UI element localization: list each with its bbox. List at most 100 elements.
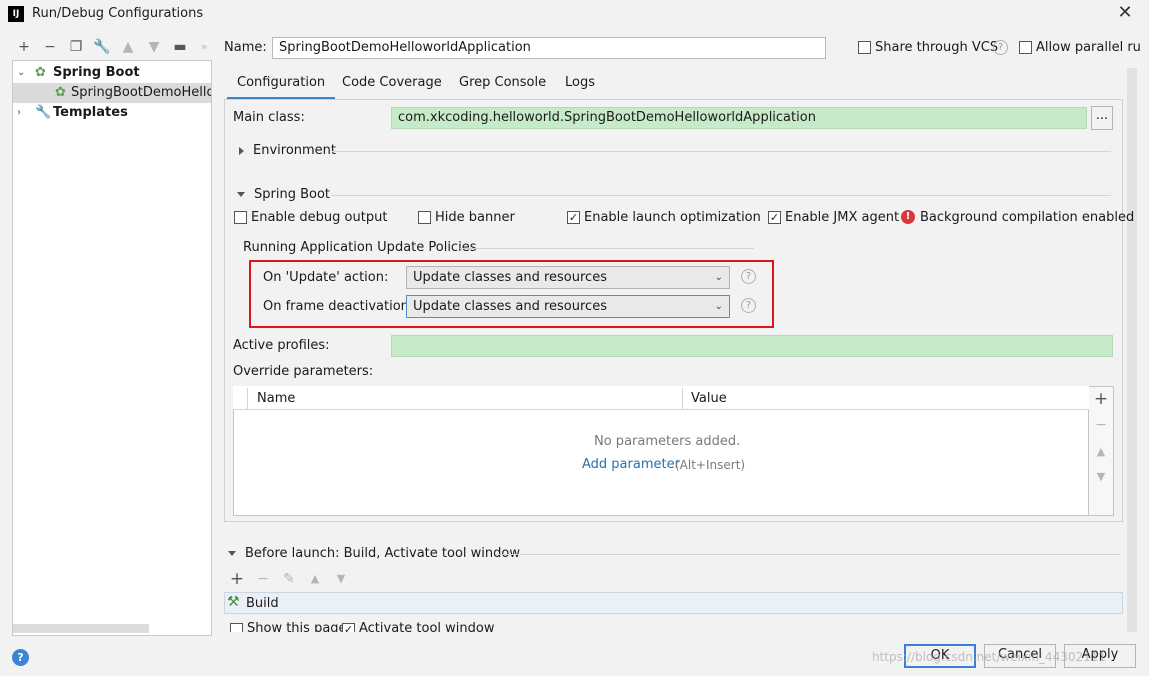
environment-label[interactable]: Environment <box>253 143 336 158</box>
plus-icon[interactable]: + <box>228 570 246 588</box>
update-action-label: On 'Update' action: <box>263 270 389 285</box>
tree-item-app[interactable]: ✿ SpringBootDemoHellow <box>13 83 211 103</box>
spring-boot-section-label[interactable]: Spring Boot <box>254 187 330 202</box>
empty-table-text: No parameters added. <box>594 434 741 449</box>
spring-boot-icon: ✿ <box>55 85 66 100</box>
tree-item-templates[interactable]: › 🔧 Templates <box>13 103 211 123</box>
before-launch-list <box>224 592 1123 614</box>
activate-window-checkbox[interactable] <box>342 623 355 632</box>
hammer-icon: ⚒ <box>227 594 240 610</box>
chevron-down-icon: ⌄ <box>714 301 723 312</box>
tab-grep-console[interactable]: Grep Console <box>449 72 556 100</box>
help-icon[interactable]: ? <box>741 269 756 284</box>
frame-deactivation-select[interactable]: Update classes and resources ⌄ <box>406 295 730 318</box>
watermark: https://blog.csdn.net/weixin_44302111 <box>872 650 1107 664</box>
share-vcs-label: Share through VCS <box>875 40 999 55</box>
divider <box>332 151 1111 152</box>
background-compilation-label: Background compilation enabled <box>920 210 1135 225</box>
error-icon: ! <box>901 210 915 224</box>
expand-arrow-icon[interactable] <box>239 147 244 155</box>
update-policies-title: Running Application Update Policies <box>243 240 477 255</box>
tab-logs[interactable]: Logs <box>555 72 605 100</box>
main-class-field[interactable]: com.xkcoding.helloworld.SpringBootDemoHe… <box>391 107 1087 129</box>
folder-icon[interactable]: ▬ <box>171 38 189 56</box>
chevron-right-icon[interactable]: › <box>17 103 21 123</box>
debug-output-label: Enable debug output <box>251 210 388 225</box>
show-page-checkbox[interactable] <box>230 623 243 632</box>
show-page-label: Show this page <box>247 621 347 632</box>
launch-optimization-checkbox[interactable] <box>567 211 580 224</box>
wrench-icon: 🔧 <box>35 105 52 120</box>
help-icon[interactable]: ? <box>993 40 1008 55</box>
arrow-up-icon[interactable]: ▲ <box>306 570 324 588</box>
parallel-run-checkbox[interactable] <box>1019 41 1032 54</box>
arrow-up-icon[interactable]: ▲ <box>1092 443 1110 461</box>
add-parameter-hint: (Alt+Insert) <box>675 458 746 472</box>
more-icon[interactable]: » <box>195 38 213 56</box>
main-class-label: Main class: <box>233 110 305 125</box>
frame-deactivation-label: On frame deactivation: <box>263 299 414 314</box>
parameters-table-header <box>233 386 1089 410</box>
tree-item-label: Spring Boot <box>53 65 140 80</box>
window-title: Run/Debug Configurations <box>32 6 204 21</box>
name-label: Name: <box>224 40 267 55</box>
divider <box>460 248 754 249</box>
chevron-down-icon: ⌄ <box>714 272 723 283</box>
arrow-down-icon[interactable]: ▼ <box>1092 468 1110 486</box>
before-launch-item[interactable]: Build <box>246 596 279 611</box>
hide-banner-label: Hide banner <box>435 210 515 225</box>
hide-banner-checkbox[interactable] <box>418 211 431 224</box>
column-value[interactable]: Value <box>691 391 727 406</box>
spring-boot-icon: ✿ <box>35 65 46 80</box>
override-parameters-label: Override parameters: <box>233 364 374 379</box>
vertical-scrollbar[interactable] <box>1127 68 1137 632</box>
help-icon[interactable]: ? <box>741 298 756 313</box>
update-action-select[interactable]: Update classes and resources ⌄ <box>406 266 730 289</box>
minus-icon[interactable]: − <box>1092 416 1110 434</box>
plus-icon[interactable]: + <box>1092 390 1110 408</box>
app-icon: IJ <box>8 6 24 22</box>
tree-scrollbar[interactable] <box>13 624 149 633</box>
divider <box>682 388 683 410</box>
before-launch-label[interactable]: Before launch: Build, Activate tool wind… <box>245 546 520 561</box>
collapse-arrow-icon[interactable] <box>228 551 236 556</box>
arrow-down-icon[interactable]: ▼ <box>332 570 350 588</box>
add-parameter-link[interactable]: Add parameter <box>582 457 680 472</box>
tree-item-label: SpringBootDemoHellow <box>71 85 211 100</box>
configuration-tree: ⌄ ✿ Spring Boot ✿ SpringBootDemoHellow ›… <box>12 60 212 636</box>
active-profiles-label: Active profiles: <box>233 338 330 353</box>
arrow-up-icon[interactable]: ▲ <box>119 38 137 56</box>
collapse-arrow-icon[interactable] <box>237 192 245 197</box>
pencil-icon[interactable]: ✎ <box>280 570 298 588</box>
arrow-down-icon[interactable]: ▼ <box>145 38 163 56</box>
parallel-run-label: Allow parallel run <box>1036 40 1140 55</box>
column-name[interactable]: Name <box>257 391 295 406</box>
divider <box>331 195 1111 196</box>
copy-icon[interactable]: ❐ <box>67 38 85 56</box>
plus-icon[interactable]: + <box>15 38 33 56</box>
active-profiles-field[interactable] <box>391 335 1113 357</box>
share-vcs-checkbox[interactable] <box>858 41 871 54</box>
minus-icon[interactable]: − <box>41 38 59 56</box>
debug-output-checkbox[interactable] <box>234 211 247 224</box>
wrench-icon[interactable]: 🔧 <box>93 38 111 56</box>
browse-button[interactable]: ... <box>1091 106 1113 130</box>
help-icon[interactable]: ? <box>12 649 29 666</box>
activate-window-label: Activate tool window <box>359 621 495 632</box>
tab-configuration[interactable]: Configuration <box>227 72 336 100</box>
close-icon[interactable]: ✕ <box>1114 2 1136 24</box>
chevron-down-icon[interactable]: ⌄ <box>17 63 25 83</box>
tree-item-label: Templates <box>53 105 128 120</box>
divider <box>496 554 1120 555</box>
update-action-value: Update classes and resources <box>413 270 607 285</box>
name-field[interactable]: SpringBootDemoHelloworldApplication <box>272 37 826 59</box>
jmx-agent-checkbox[interactable] <box>768 211 781 224</box>
frame-deactivation-value: Update classes and resources <box>413 299 607 314</box>
tab-code-coverage[interactable]: Code Coverage <box>332 72 452 100</box>
before-launch-options: Show this page Activate tool window <box>224 620 1124 632</box>
launch-optimization-label: Enable launch optimization <box>584 210 761 225</box>
jmx-agent-label: Enable JMX agent <box>785 210 900 225</box>
tree-item-spring-boot[interactable]: ⌄ ✿ Spring Boot <box>13 63 211 83</box>
minus-icon[interactable]: − <box>254 570 272 588</box>
divider <box>247 388 248 410</box>
